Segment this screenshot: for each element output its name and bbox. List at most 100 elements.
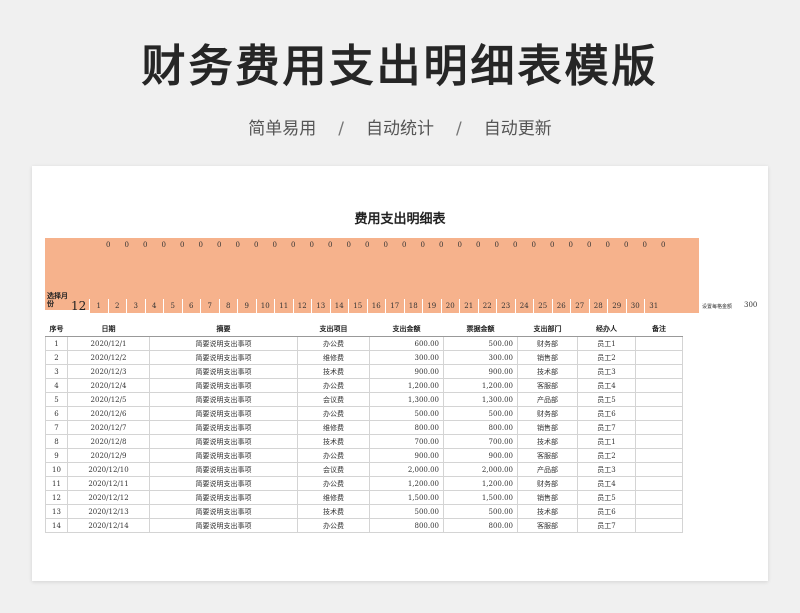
- table-cell[interactable]: 9: [45, 448, 68, 463]
- table-cell[interactable]: 员工6: [577, 406, 636, 421]
- table-cell[interactable]: 13: [45, 504, 68, 519]
- table-cell[interactable]: 500.00: [369, 504, 444, 519]
- table-cell[interactable]: 简要说明支出事项: [149, 406, 298, 421]
- table-cell[interactable]: 5: [45, 392, 68, 407]
- table-cell[interactable]: 客服部: [517, 448, 578, 463]
- table-cell[interactable]: 2020/12/3: [67, 364, 150, 379]
- table-cell[interactable]: 产品部: [517, 462, 578, 477]
- table-cell[interactable]: 8: [45, 434, 68, 449]
- table-cell[interactable]: 2,000.00: [369, 462, 444, 477]
- table-cell[interactable]: 14: [45, 518, 68, 533]
- table-cell[interactable]: 900.00: [369, 364, 444, 379]
- table-cell[interactable]: 员工2: [577, 350, 636, 365]
- table-cell[interactable]: 2: [45, 350, 68, 365]
- table-cell[interactable]: [635, 336, 683, 351]
- table-cell[interactable]: 1,200.00: [443, 378, 518, 393]
- table-cell[interactable]: 2020/12/1: [67, 336, 150, 351]
- table-cell[interactable]: 1,200.00: [369, 476, 444, 491]
- table-cell[interactable]: 销售部: [517, 490, 578, 505]
- table-cell[interactable]: 简要说明支出事项: [149, 420, 298, 435]
- table-cell[interactable]: 员工1: [577, 434, 636, 449]
- table-cell[interactable]: 800.00: [369, 518, 444, 533]
- table-cell[interactable]: 2020/12/4: [67, 378, 150, 393]
- table-cell[interactable]: 技术费: [297, 364, 370, 379]
- table-cell[interactable]: 员工6: [577, 504, 636, 519]
- table-cell[interactable]: 2020/12/12: [67, 490, 150, 505]
- table-cell[interactable]: 客服部: [517, 378, 578, 393]
- table-cell[interactable]: 员工4: [577, 378, 636, 393]
- table-cell[interactable]: 500.00: [443, 336, 518, 351]
- table-cell[interactable]: 办公费: [297, 406, 370, 421]
- table-cell[interactable]: 简要说明支出事项: [149, 364, 298, 379]
- table-cell[interactable]: [635, 364, 683, 379]
- table-cell[interactable]: 办公费: [297, 518, 370, 533]
- table-cell[interactable]: 员工3: [577, 364, 636, 379]
- table-cell[interactable]: 员工2: [577, 448, 636, 463]
- table-cell[interactable]: 办公费: [297, 336, 370, 351]
- table-cell[interactable]: 员工5: [577, 392, 636, 407]
- table-cell[interactable]: 1,200.00: [369, 378, 444, 393]
- table-cell[interactable]: 财务部: [517, 336, 578, 351]
- table-cell[interactable]: 2020/12/2: [67, 350, 150, 365]
- table-cell[interactable]: 技术费: [297, 434, 370, 449]
- table-cell[interactable]: 员工3: [577, 462, 636, 477]
- table-cell[interactable]: 300.00: [443, 350, 518, 365]
- table-cell[interactable]: 简要说明支出事项: [149, 476, 298, 491]
- cell-amount-setting-value[interactable]: 300: [744, 301, 757, 309]
- table-cell[interactable]: [635, 448, 683, 463]
- table-cell[interactable]: 1: [45, 336, 68, 351]
- table-cell[interactable]: 11: [45, 476, 68, 491]
- table-cell[interactable]: 办公费: [297, 476, 370, 491]
- table-cell[interactable]: 1,500.00: [443, 490, 518, 505]
- table-cell[interactable]: [635, 504, 683, 519]
- table-cell[interactable]: 简要说明支出事项: [149, 336, 298, 351]
- table-cell[interactable]: 1,500.00: [369, 490, 444, 505]
- table-cell[interactable]: 技术部: [517, 434, 578, 449]
- table-cell[interactable]: 1,300.00: [369, 392, 444, 407]
- table-cell[interactable]: 简要说明支出事项: [149, 462, 298, 477]
- table-cell[interactable]: 10: [45, 462, 68, 477]
- table-cell[interactable]: [635, 420, 683, 435]
- table-cell[interactable]: 简要说明支出事项: [149, 378, 298, 393]
- table-cell[interactable]: 900.00: [443, 448, 518, 463]
- table-cell[interactable]: [635, 406, 683, 421]
- table-cell[interactable]: 员工7: [577, 518, 636, 533]
- table-cell[interactable]: 员工4: [577, 476, 636, 491]
- table-cell[interactable]: 800.00: [443, 518, 518, 533]
- table-cell[interactable]: 2020/12/10: [67, 462, 150, 477]
- table-cell[interactable]: 客服部: [517, 518, 578, 533]
- table-cell[interactable]: 技术部: [517, 504, 578, 519]
- table-cell[interactable]: 维修费: [297, 420, 370, 435]
- table-cell[interactable]: 销售部: [517, 420, 578, 435]
- table-cell[interactable]: [635, 434, 683, 449]
- table-cell[interactable]: 简要说明支出事项: [149, 448, 298, 463]
- table-cell[interactable]: 2020/12/7: [67, 420, 150, 435]
- table-cell[interactable]: 12: [45, 490, 68, 505]
- table-cell[interactable]: 办公费: [297, 448, 370, 463]
- table-cell[interactable]: 技术费: [297, 504, 370, 519]
- table-cell[interactable]: 简要说明支出事项: [149, 434, 298, 449]
- table-cell[interactable]: 2020/12/8: [67, 434, 150, 449]
- table-cell[interactable]: 2020/12/5: [67, 392, 150, 407]
- table-cell[interactable]: 900.00: [369, 448, 444, 463]
- table-cell[interactable]: 2020/12/11: [67, 476, 150, 491]
- table-cell[interactable]: [635, 490, 683, 505]
- table-cell[interactable]: 会议费: [297, 462, 370, 477]
- table-cell[interactable]: 600.00: [369, 336, 444, 351]
- table-cell[interactable]: 800.00: [443, 420, 518, 435]
- table-cell[interactable]: 简要说明支出事项: [149, 392, 298, 407]
- table-cell[interactable]: 800.00: [369, 420, 444, 435]
- table-cell[interactable]: 员工7: [577, 420, 636, 435]
- table-cell[interactable]: 维修费: [297, 490, 370, 505]
- table-cell[interactable]: 2020/12/14: [67, 518, 150, 533]
- table-cell[interactable]: 2020/12/9: [67, 448, 150, 463]
- table-cell[interactable]: 财务部: [517, 406, 578, 421]
- table-cell[interactable]: 2020/12/6: [67, 406, 150, 421]
- table-cell[interactable]: 1,200.00: [443, 476, 518, 491]
- table-cell[interactable]: [635, 462, 683, 477]
- table-cell[interactable]: 员工1: [577, 336, 636, 351]
- table-cell[interactable]: 700.00: [443, 434, 518, 449]
- table-cell[interactable]: 500.00: [443, 504, 518, 519]
- table-cell[interactable]: 员工5: [577, 490, 636, 505]
- table-cell[interactable]: 销售部: [517, 350, 578, 365]
